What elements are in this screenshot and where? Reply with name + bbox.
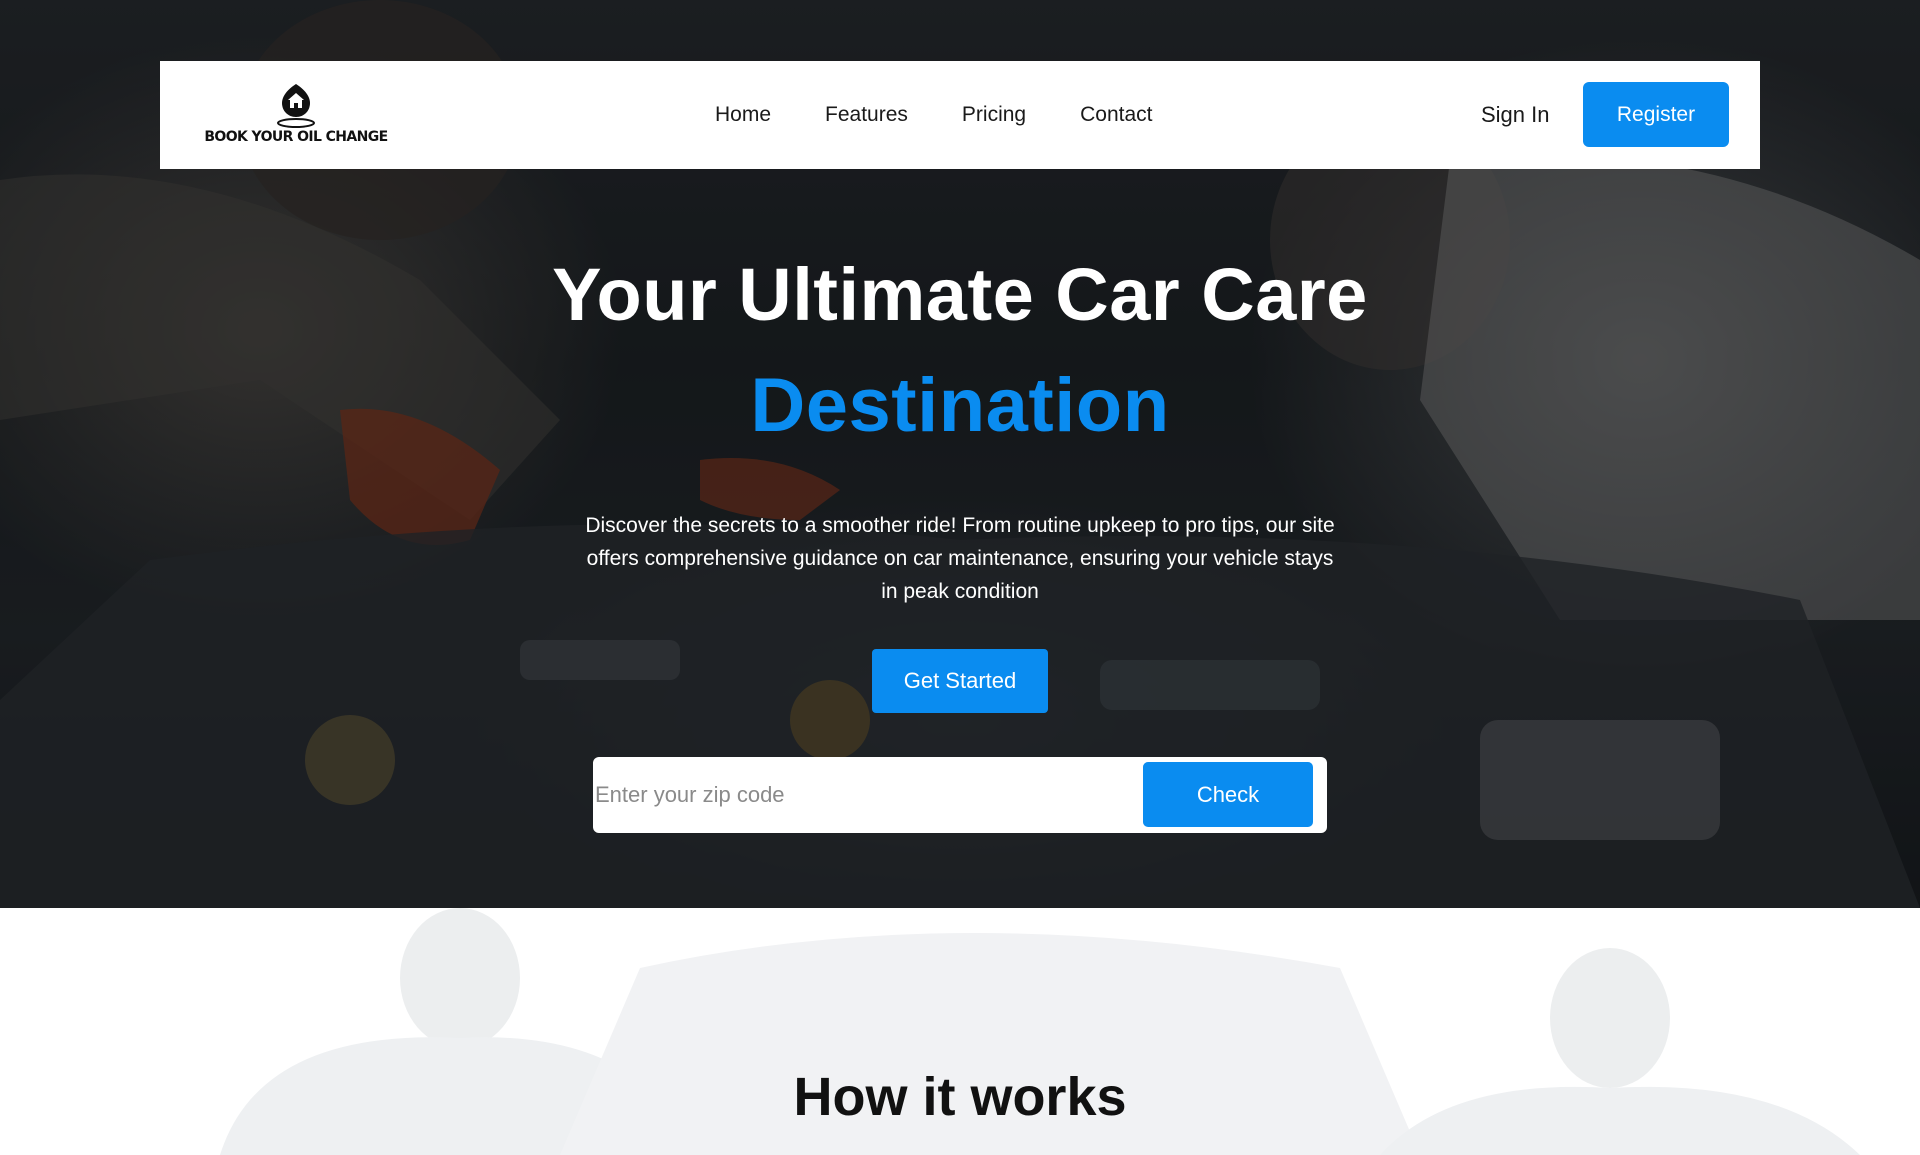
hero-description: Discover the secrets to a smoother ride!… [585,514,1335,603]
navbar: BOOK YOUR OIL CHANGE Home Features Prici… [160,61,1760,169]
register-button[interactable]: Register [1583,82,1729,147]
hero-section: BOOK YOUR OIL CHANGE Home Features Prici… [0,0,1920,908]
zip-code-input[interactable] [595,771,1115,819]
get-started-button[interactable]: Get Started [872,649,1048,713]
nav-contact-link[interactable]: Contact [1080,103,1152,127]
nav-links: Home Features Pricing Contact [715,61,1206,169]
check-button[interactable]: Check [1143,762,1313,827]
nav-features-link[interactable]: Features [825,103,908,127]
hero-title: Your Ultimate Car Care [552,253,1368,336]
how-it-works-section: How it works [0,908,1920,1155]
nav-pricing-link[interactable]: Pricing [962,103,1026,127]
logo-text: BOOK YOUR OIL CHANGE [204,129,388,145]
oil-drop-home-icon [277,84,315,128]
zip-code-form: Check [593,757,1327,833]
nav-home-link[interactable]: Home [715,103,771,127]
hero-title-accent: Destination [750,363,1170,448]
how-it-works-title: How it works [793,1067,1127,1127]
sign-in-link[interactable]: Sign In [1481,102,1550,128]
logo[interactable]: BOOK YOUR OIL CHANGE [198,83,394,147]
